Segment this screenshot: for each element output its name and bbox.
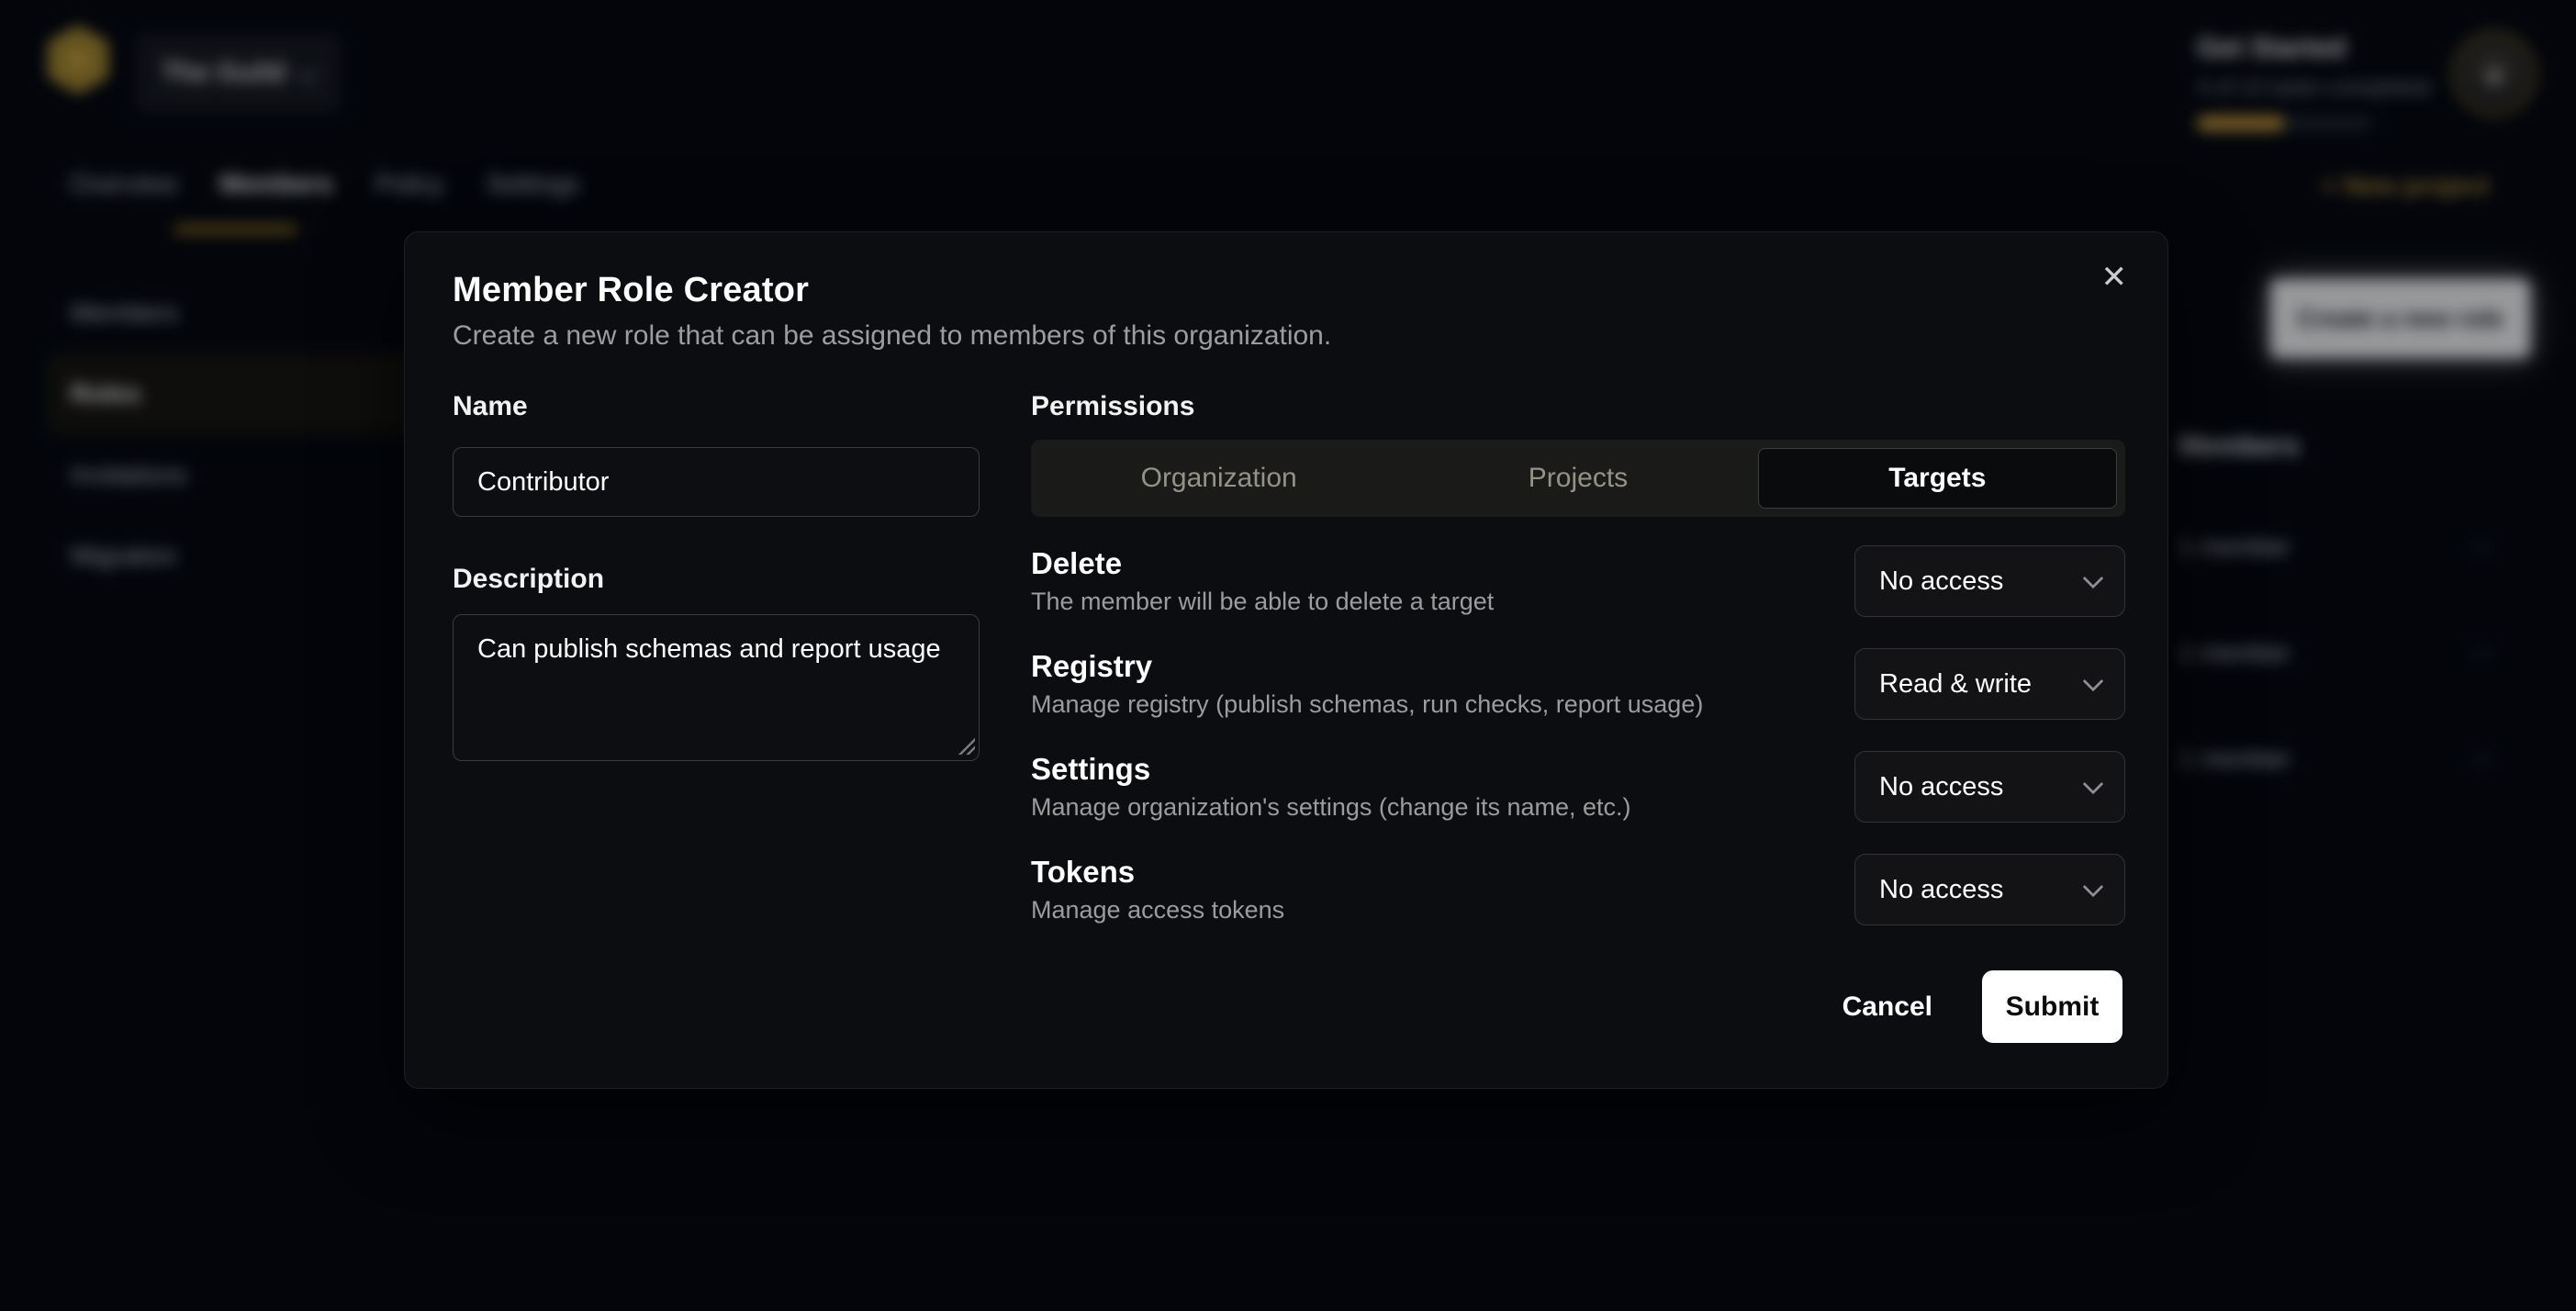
- permission-description: Manage registry (publish schemas, run ch…: [1031, 689, 1703, 720]
- tab-projects[interactable]: Projects: [1398, 448, 1757, 509]
- permission-row-tokens: Tokens Manage access tokens No access: [1031, 854, 2125, 925]
- cancel-button[interactable]: Cancel: [1837, 991, 1938, 1024]
- chevron-down-icon: [2083, 568, 2104, 589]
- permission-row-delete: Delete The member will be able to delete…: [1031, 545, 2125, 617]
- dialog-subtitle: Create a new role that can be assigned t…: [453, 320, 1331, 352]
- role-description-textarea[interactable]: Can publish schemas and report usage: [453, 614, 980, 761]
- permission-description: Manage access tokens: [1031, 894, 1284, 925]
- description-label: Description: [453, 563, 980, 596]
- member-role-creator-dialog: ✕ Member Role Creator Create a new role …: [404, 231, 2168, 1089]
- permission-title: Tokens: [1031, 854, 1284, 891]
- permission-description: The member will be able to delete a targ…: [1031, 586, 1494, 617]
- name-label: Name: [453, 390, 980, 423]
- select-value: No access: [1879, 566, 2003, 597]
- permission-row-registry: Registry Manage registry (publish schema…: [1031, 648, 2125, 720]
- resize-handle-icon[interactable]: [957, 736, 975, 755]
- tab-targets[interactable]: Targets: [1758, 448, 2117, 509]
- select-value: No access: [1879, 772, 2003, 802]
- role-name-input[interactable]: [453, 447, 980, 517]
- tokens-access-select[interactable]: No access: [1854, 854, 2125, 925]
- dialog-title: Member Role Creator: [453, 271, 809, 310]
- permission-title: Delete: [1031, 545, 1494, 582]
- permissions-scope-tabs: Organization Projects Targets: [1031, 440, 2125, 517]
- submit-button[interactable]: Submit: [1982, 970, 2122, 1043]
- registry-access-select[interactable]: Read & write: [1854, 648, 2125, 720]
- permission-title: Settings: [1031, 751, 1631, 788]
- close-icon[interactable]: ✕: [2094, 254, 2135, 300]
- role-form-left: Name Description Can publish schemas and…: [453, 390, 980, 761]
- chevron-down-icon: [2083, 774, 2104, 795]
- tab-organization[interactable]: Organization: [1039, 448, 1398, 509]
- delete-access-select[interactable]: No access: [1854, 545, 2125, 617]
- permission-rows: Delete The member will be able to delete…: [1031, 545, 2125, 925]
- permissions-label: Permissions: [1031, 390, 2125, 423]
- select-value: Read & write: [1879, 669, 2032, 700]
- settings-access-select[interactable]: No access: [1854, 751, 2125, 823]
- dialog-footer: Cancel Submit: [1837, 970, 2122, 1043]
- permission-description: Manage organization's settings (change i…: [1031, 791, 1631, 823]
- permissions-section: Permissions Organization Projects Target…: [1031, 390, 2125, 957]
- permission-row-settings: Settings Manage organization's settings …: [1031, 751, 2125, 823]
- select-value: No access: [1879, 875, 2003, 905]
- chevron-down-icon: [2083, 877, 2104, 898]
- chevron-down-icon: [2083, 671, 2104, 692]
- permission-title: Registry: [1031, 648, 1703, 685]
